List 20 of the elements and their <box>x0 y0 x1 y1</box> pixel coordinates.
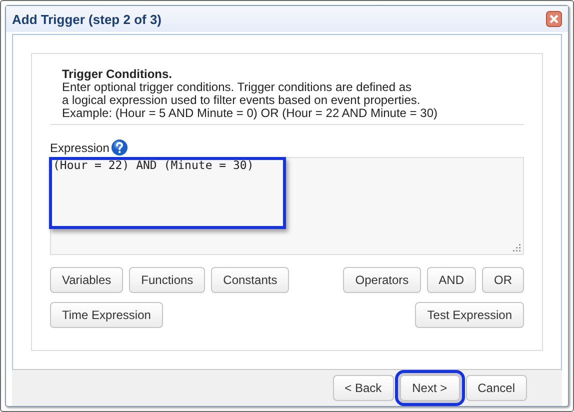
button[interactable]: Cancel <box>466 375 527 401</box>
description-text: Enter optional trigger conditions. Trigger conditions are defined as <box>62 81 413 94</box>
button[interactable]: Time Expression <box>50 302 163 328</box>
button[interactable]: Operators <box>343 267 421 293</box>
button[interactable]: Variables <box>50 267 124 293</box>
button[interactable]: < Back <box>332 375 394 401</box>
button[interactable]: OR <box>482 267 524 293</box>
help-icon[interactable] <box>111 139 128 156</box>
button[interactable]: Test Expression <box>415 302 524 328</box>
description-text: Example: (Hour = 5 AND Minute = 0) OR (Hour = 22 AND Minute = 30) <box>62 107 438 120</box>
description-text: a logical expression used to filter events based on event properties. <box>62 94 422 107</box>
resize-grip-icon[interactable] <box>513 244 521 252</box>
close-icon[interactable] <box>546 11 562 27</box>
button[interactable]: Functions <box>129 267 206 293</box>
button[interactable]: AND <box>426 267 476 293</box>
section-heading: Trigger Conditions. <box>62 68 173 81</box>
field-label: Expression <box>50 140 110 154</box>
expression-field[interactable]: (Hour = 22) AND (Minute = 30) <box>50 157 524 255</box>
window-title: Add Trigger (step 2 of 3) <box>12 12 162 26</box>
button[interactable]: Constants <box>211 267 290 293</box>
